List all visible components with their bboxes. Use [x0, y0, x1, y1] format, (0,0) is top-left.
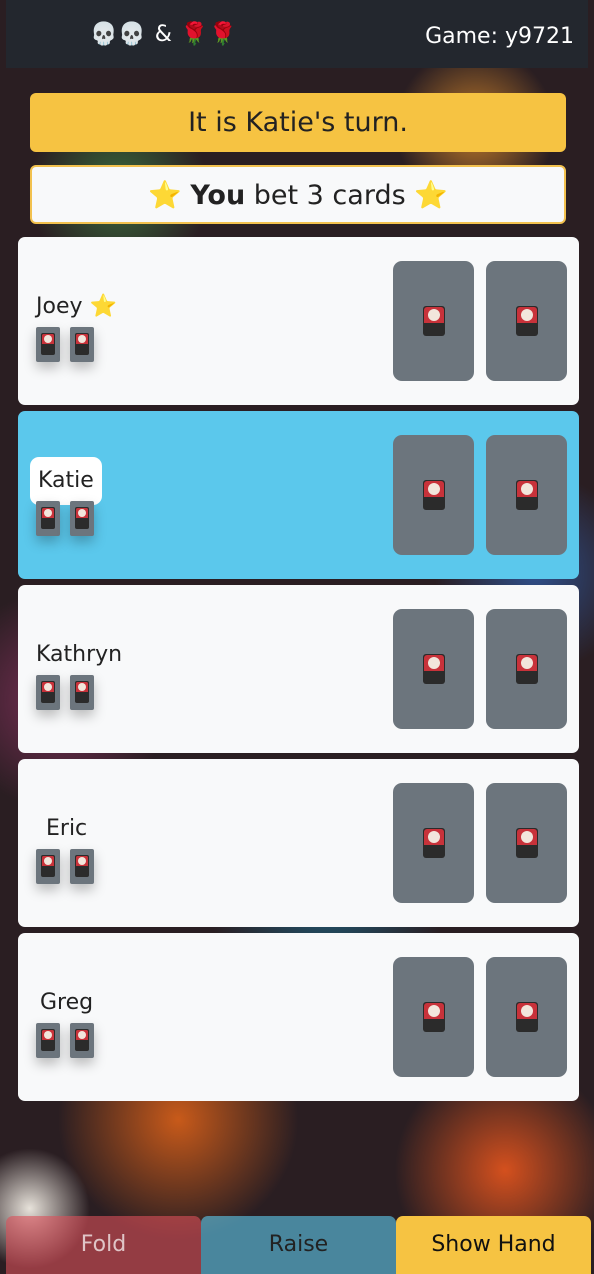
- turn-banner: It is Katie's turn.: [30, 93, 566, 152]
- card-back[interactable]: [486, 609, 567, 729]
- card-icon: [516, 828, 538, 858]
- player-name: Eric: [46, 816, 88, 841]
- card-back[interactable]: [486, 435, 567, 555]
- player-cards-mini: [36, 849, 104, 885]
- card-icon: [423, 1002, 445, 1032]
- player-row-kathryn: Kathryn: [18, 585, 579, 753]
- card-mini-icon: [36, 501, 60, 536]
- player-cards-mini: [36, 501, 104, 537]
- raise-button[interactable]: Raise: [201, 1216, 396, 1274]
- bet-you: You: [190, 180, 246, 211]
- card-icon: [516, 480, 538, 510]
- top-bar: 💀💀 & 🌹🌹 Game: y9721: [6, 0, 588, 68]
- game-id: Game: y9721: [425, 24, 574, 49]
- player-row-eric: Eric: [18, 759, 579, 927]
- card-mini-icon: [36, 849, 60, 884]
- card-icon: [423, 306, 445, 336]
- bet-banner: ⭐ You bet 3 cards ⭐: [30, 165, 566, 224]
- player-row-joey: Joey ⭐: [18, 237, 579, 405]
- card-mini-icon: [70, 675, 94, 710]
- card-mini-icon: [70, 501, 94, 536]
- card-icon: [423, 654, 445, 684]
- player-name: Joey ⭐: [36, 294, 117, 319]
- player-name: Kathryn: [36, 642, 123, 667]
- show-hand-button[interactable]: Show Hand: [396, 1216, 591, 1274]
- app-title: 💀💀 & 🌹🌹: [90, 22, 238, 47]
- card-mini-icon: [70, 849, 94, 884]
- card-back[interactable]: [486, 957, 567, 1077]
- player-row-greg: Greg: [18, 933, 579, 1101]
- player-row-katie: Katie: [18, 411, 579, 579]
- card-back[interactable]: [393, 435, 474, 555]
- card-back[interactable]: [393, 783, 474, 903]
- card-mini-icon: [70, 1023, 94, 1058]
- card-mini-icon: [70, 327, 94, 362]
- action-bar: Fold Raise Show Hand: [6, 1216, 591, 1274]
- card-back[interactable]: [486, 783, 567, 903]
- bet-text: bet 3 cards ⭐: [245, 180, 448, 211]
- card-mini-icon: [36, 675, 60, 710]
- card-back[interactable]: [393, 609, 474, 729]
- fold-button[interactable]: Fold: [6, 1216, 201, 1274]
- card-icon: [516, 1002, 538, 1032]
- card-mini-icon: [36, 1023, 60, 1058]
- card-icon: [423, 828, 445, 858]
- card-back[interactable]: [393, 261, 474, 381]
- player-name: Greg: [40, 990, 94, 1015]
- card-icon: [423, 480, 445, 510]
- player-cards-mini: [36, 1023, 104, 1059]
- card-mini-icon: [36, 327, 60, 362]
- player-name: Katie: [30, 457, 102, 505]
- player-cards-mini: [36, 327, 104, 363]
- player-cards-mini: [36, 675, 104, 711]
- card-back[interactable]: [486, 261, 567, 381]
- card-back[interactable]: [393, 957, 474, 1077]
- bet-prefix: ⭐: [148, 180, 191, 211]
- card-icon: [516, 654, 538, 684]
- card-icon: [516, 306, 538, 336]
